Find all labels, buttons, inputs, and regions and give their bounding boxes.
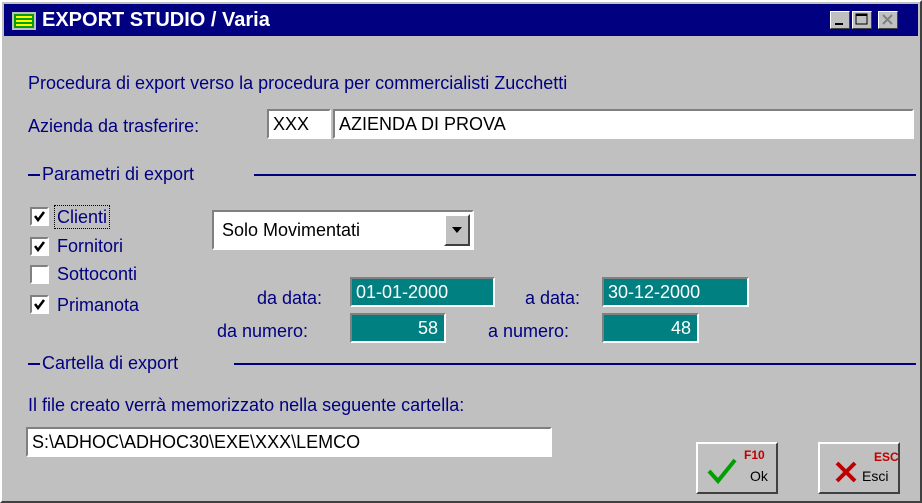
section-divider (234, 363, 916, 365)
dropdown-button[interactable] (444, 214, 470, 246)
esc-shortcut-key: ESC (874, 450, 899, 464)
azienda-name-field[interactable]: AZIENDA DI PROVA (333, 109, 914, 139)
azienda-code-field[interactable]: XXX (267, 109, 331, 139)
folder-info-text: Il file creato verrà memorizzato nella s… (28, 395, 465, 415)
title-bar[interactable]: EXPORT STUDIO / Varia (4, 4, 918, 36)
checkbox-primanota[interactable] (30, 295, 49, 314)
checkbox-clienti[interactable] (30, 207, 49, 226)
check-icon (34, 241, 45, 253)
maximize-button[interactable] (852, 11, 872, 29)
maximize-icon (855, 13, 868, 25)
a-numero-field[interactable]: 48 (602, 313, 699, 343)
da-data-field[interactable]: 01-01-2000 (350, 277, 495, 307)
checkbox-sottoconti[interactable] (30, 265, 49, 284)
checkbox-sottoconti-label[interactable]: Sottoconti (57, 263, 137, 285)
section-divider (28, 363, 40, 365)
esci-button[interactable]: ESC Esci (818, 442, 900, 494)
a-numero-label: a numero: (488, 321, 570, 341)
checkbox-fornitori-label[interactable]: Fornitori (57, 235, 123, 257)
cartella-heading: Cartella di export (42, 353, 179, 373)
filter-dropdown-value: Solo Movimentati (222, 220, 361, 240)
close-icon (882, 14, 893, 25)
check-icon (34, 211, 45, 223)
check-icon (34, 299, 45, 311)
export-studio-window: EXPORT STUDIO / Varia Procedura di expor… (0, 0, 922, 503)
chevron-down-icon (452, 227, 462, 233)
minimize-button[interactable] (830, 11, 850, 29)
section-divider (28, 174, 40, 176)
ok-shortcut-key: F10 (744, 448, 765, 462)
close-button[interactable] (878, 11, 898, 29)
section-divider (254, 174, 916, 176)
window-title: EXPORT STUDIO / Varia (42, 9, 270, 31)
esci-button-label: Esci (862, 468, 889, 484)
close-x-icon (835, 461, 857, 483)
checkbox-primanota-label[interactable]: Primanota (57, 294, 139, 316)
ok-button-label: Ok (750, 468, 768, 484)
da-numero-label: da numero: (217, 321, 309, 341)
da-numero-field[interactable]: 58 (350, 313, 446, 343)
checkbox-fornitori[interactable] (30, 237, 49, 256)
a-data-field[interactable]: 30-12-2000 (602, 277, 749, 307)
filter-dropdown[interactable]: Solo Movimentati (212, 210, 474, 250)
app-icon (12, 12, 36, 30)
description-text: Procedura di export verso la procedura p… (28, 73, 568, 93)
checkbox-clienti-label[interactable]: Clienti (54, 205, 111, 229)
checkmark-icon (707, 458, 737, 485)
a-data-label: a data: (525, 288, 581, 308)
ok-button[interactable]: F10 Ok (696, 442, 778, 494)
minimize-icon (835, 23, 843, 25)
parametri-heading: Parametri di export (42, 164, 195, 184)
azienda-label: Azienda da trasferire: (28, 116, 200, 136)
da-data-label: da data: (257, 288, 323, 308)
folder-path-field[interactable]: S:\ADHOC\ADHOC30\EXE\XXX\LEMCO (26, 427, 552, 457)
